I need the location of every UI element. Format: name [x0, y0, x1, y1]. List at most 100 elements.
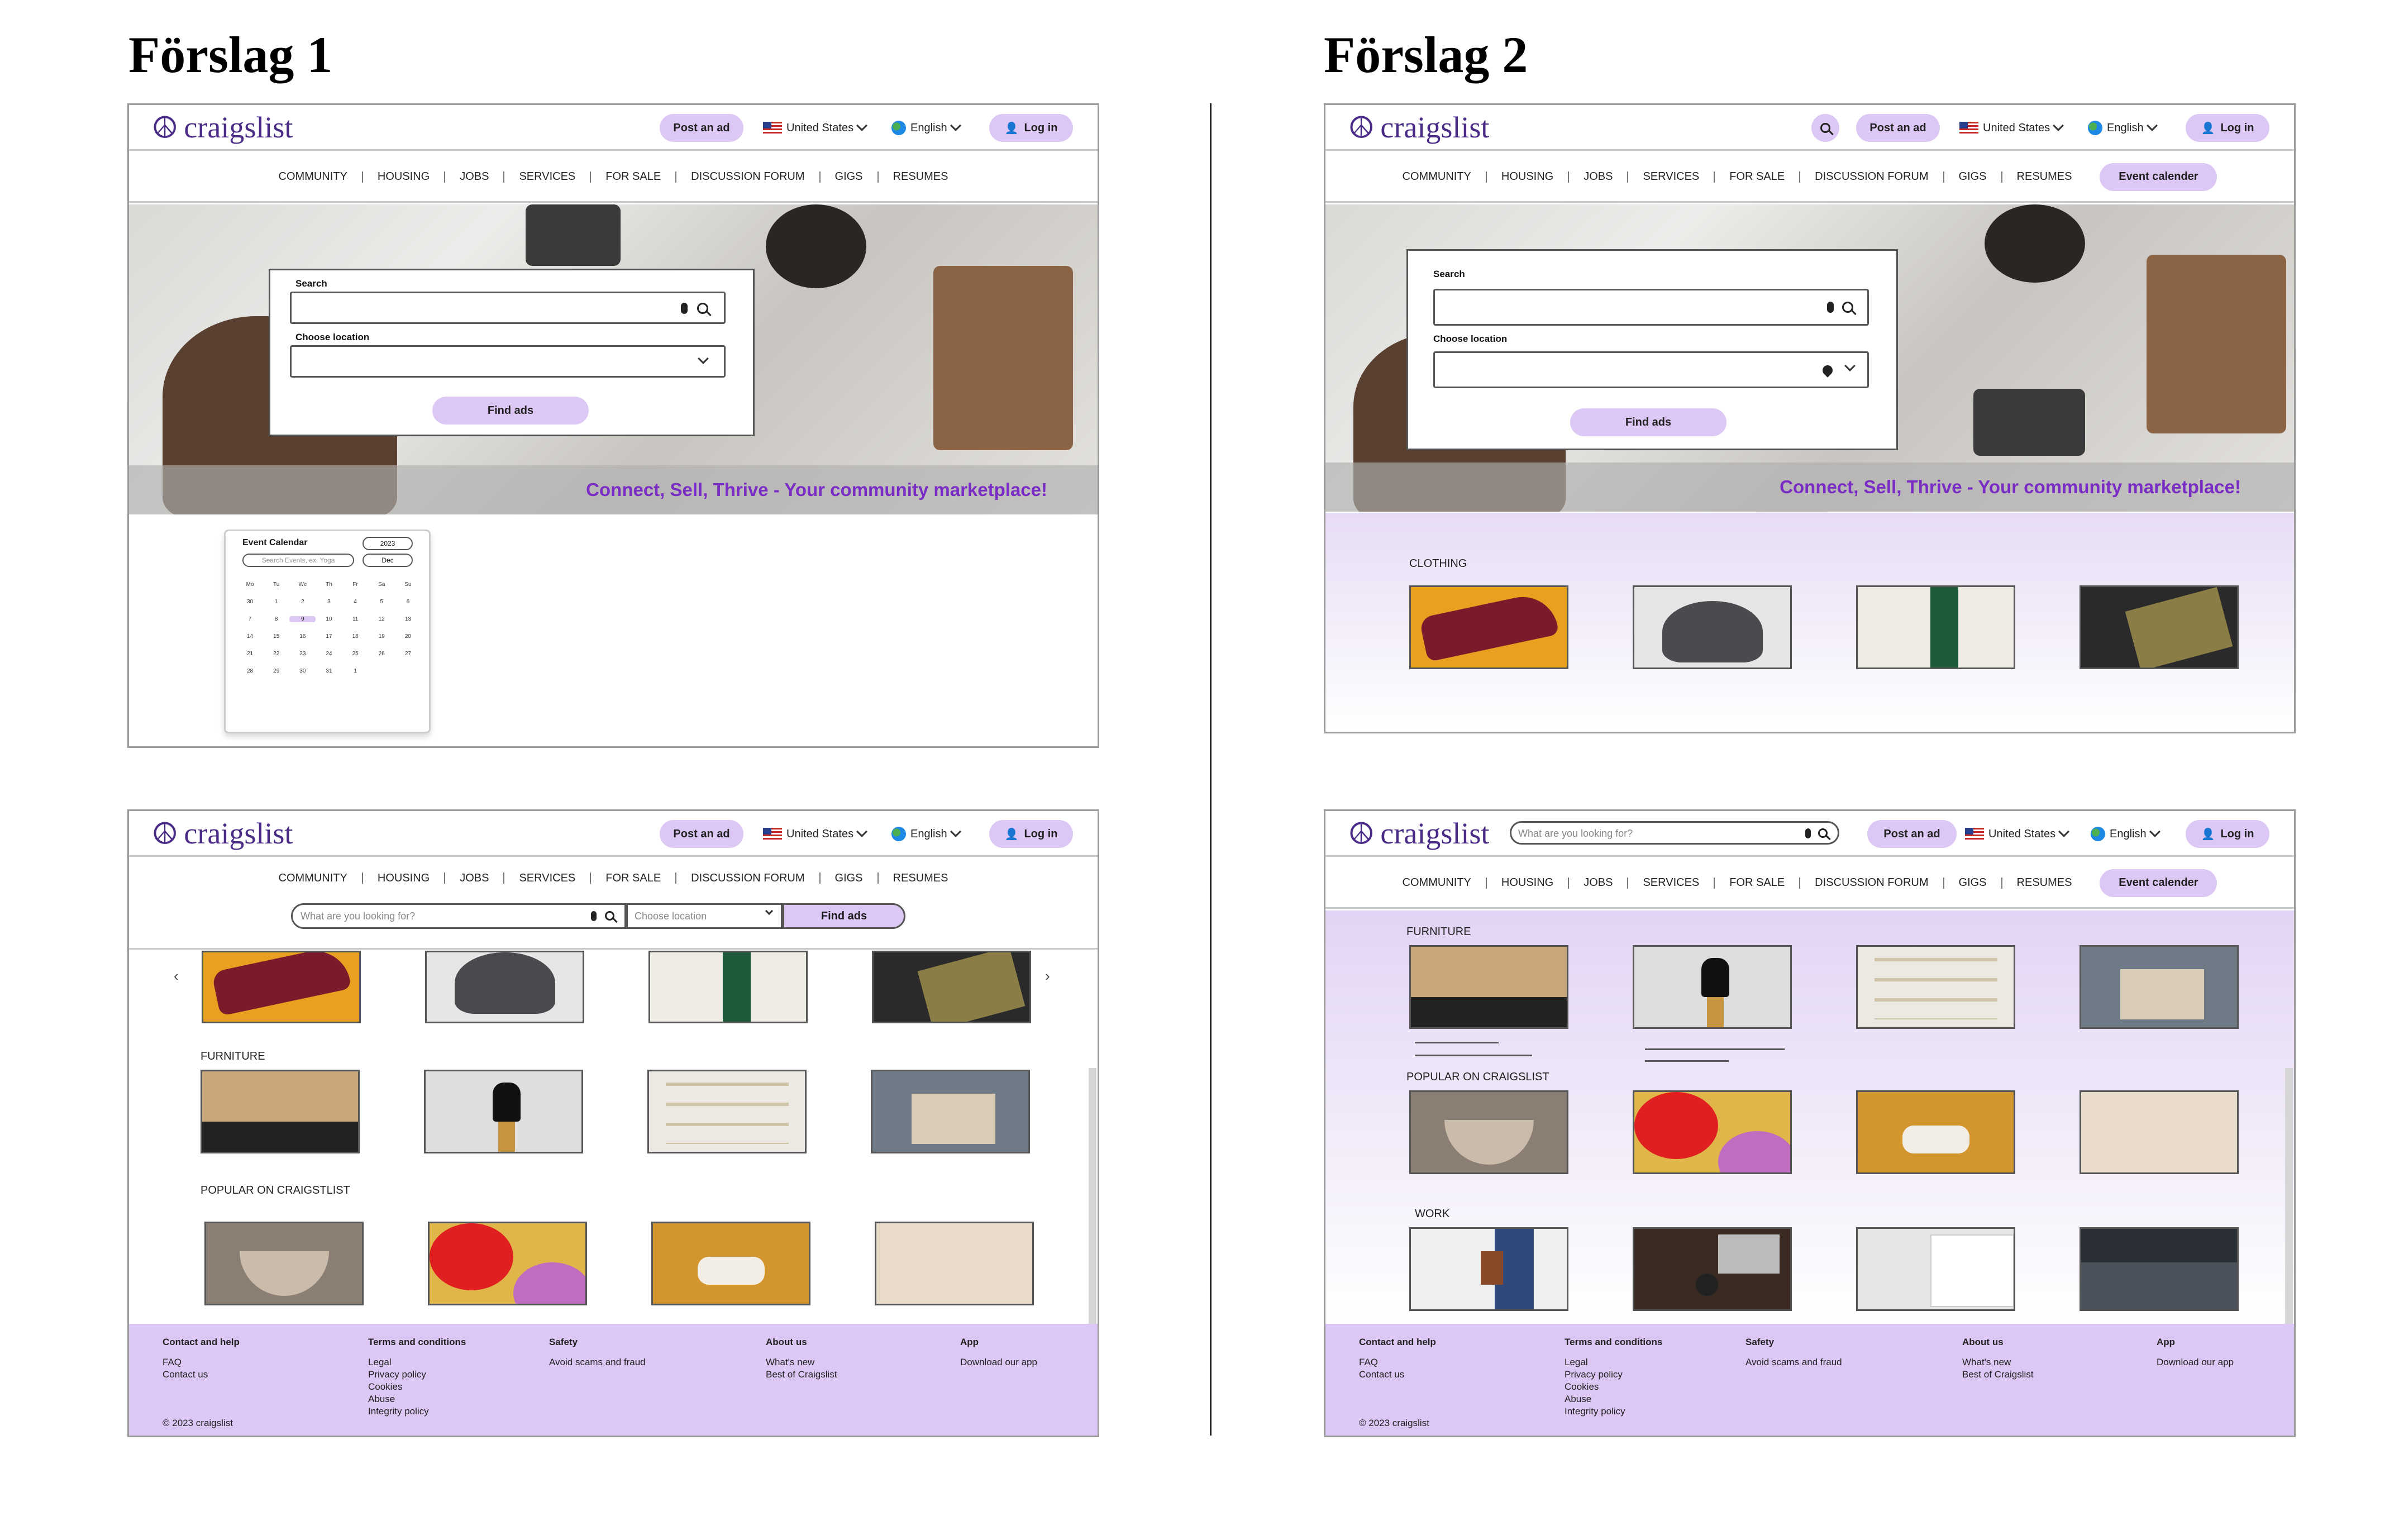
footer-link-contact[interactable]: Contact us: [1359, 1369, 1436, 1381]
nav-discussion-forum[interactable]: DISCUSSION FORUM: [691, 170, 804, 183]
nav-services[interactable]: SERVICES: [1643, 170, 1699, 183]
nav-jobs[interactable]: JOBS: [460, 872, 489, 885]
calendar-day[interactable]: 12: [369, 616, 395, 622]
calendar-day[interactable]: 1: [342, 668, 369, 674]
logo[interactable]: ☮ craigslist: [151, 817, 293, 851]
search-icon-button[interactable]: [1811, 114, 1839, 142]
footer-link-contact[interactable]: Contact us: [163, 1369, 240, 1381]
search-icon[interactable]: [697, 303, 708, 314]
thumb-chair[interactable]: [1633, 945, 1792, 1029]
country-select[interactable]: United States: [763, 820, 867, 848]
logo[interactable]: ☮ craigslist: [1348, 817, 1489, 851]
nav-gigs[interactable]: GIGS: [1959, 170, 1987, 183]
thumb-jacket[interactable]: [2080, 585, 2239, 669]
footer-link-scams[interactable]: Avoid scams and fraud: [1745, 1356, 1842, 1369]
footer-link-privacy[interactable]: Privacy policy: [1565, 1369, 1662, 1381]
calendar-day[interactable]: 10: [316, 616, 342, 622]
calendar-day[interactable]: 2: [289, 599, 316, 605]
thumb-ceramic[interactable]: [2080, 1090, 2239, 1174]
thumb-desk-laptop[interactable]: [1633, 1227, 1792, 1311]
thumb-bedroom[interactable]: [871, 1070, 1030, 1153]
calendar-day[interactable]: 1: [263, 599, 289, 605]
footer-link-download[interactable]: Download our app: [2157, 1356, 2234, 1369]
footer-link-integrity[interactable]: Integrity policy: [368, 1405, 466, 1418]
nav-housing[interactable]: HOUSING: [378, 170, 430, 183]
calendar-day[interactable]: 18: [342, 633, 369, 640]
thumb-plates[interactable]: [428, 1222, 587, 1305]
footer-link-cookies[interactable]: Cookies: [1565, 1381, 1662, 1393]
footer-link-abuse[interactable]: Abuse: [1565, 1393, 1662, 1405]
nav-services[interactable]: SERVICES: [519, 170, 575, 183]
thumb-bookshelf[interactable]: [647, 1070, 807, 1153]
nav-gigs[interactable]: GIGS: [1959, 876, 1987, 889]
nav-discussion-forum[interactable]: DISCUSSION FORUM: [1815, 170, 1928, 183]
thumb-notebook[interactable]: [1856, 1227, 2015, 1311]
nav-for-sale[interactable]: FOR SALE: [605, 170, 661, 183]
scrollbar[interactable]: [1089, 1068, 1096, 1331]
thumb-commuter[interactable]: [1409, 1227, 1568, 1311]
calendar-day[interactable]: 27: [395, 651, 421, 657]
thumb-dining-table[interactable]: [1409, 945, 1568, 1029]
calendar-day[interactable]: 24: [316, 651, 342, 657]
footer-link-legal[interactable]: Legal: [368, 1356, 466, 1369]
country-select[interactable]: United States: [1959, 114, 2064, 142]
footer-link-download[interactable]: Download our app: [960, 1356, 1037, 1369]
thumb-skirt[interactable]: [648, 951, 808, 1023]
month-select[interactable]: Dec: [363, 554, 413, 567]
thumb-office[interactable]: [2080, 1227, 2239, 1311]
search-icon[interactable]: [1842, 302, 1853, 313]
nav-gigs[interactable]: GIGS: [835, 170, 863, 183]
footer-link-cookies[interactable]: Cookies: [368, 1381, 466, 1393]
carousel-prev-icon[interactable]: ‹: [174, 967, 179, 985]
logo[interactable]: ☮ craigslist: [1348, 111, 1489, 145]
year-select[interactable]: 2023: [363, 537, 413, 550]
nav-community[interactable]: COMMUNITY: [1403, 170, 1471, 183]
logo[interactable]: ☮ craigslist: [151, 111, 293, 145]
login-button[interactable]: 👤 Log in: [2186, 820, 2269, 848]
thumb-cap[interactable]: [425, 951, 584, 1023]
nav-gigs[interactable]: GIGS: [835, 872, 863, 885]
mic-icon[interactable]: [681, 303, 688, 314]
nav-community[interactable]: COMMUNITY: [279, 170, 347, 183]
search-input[interactable]: What are you looking for?: [291, 903, 626, 929]
thumb-chair[interactable]: [424, 1070, 583, 1153]
location-select[interactable]: [1433, 351, 1869, 388]
event-calendar-button[interactable]: Event calender: [2100, 869, 2217, 897]
thumb-bedroom[interactable]: [2080, 945, 2239, 1029]
post-ad-button[interactable]: Post an ad: [1856, 114, 1940, 142]
thumb-plates[interactable]: [1633, 1090, 1792, 1174]
post-ad-button[interactable]: Post an ad: [660, 114, 743, 142]
calendar-day[interactable]: 19: [369, 633, 395, 640]
mic-icon[interactable]: [1827, 302, 1834, 313]
footer-link-whats-new[interactable]: What's new: [1962, 1356, 2034, 1369]
thumb-bowls[interactable]: [204, 1222, 364, 1305]
login-button[interactable]: 👤 Log in: [989, 114, 1073, 142]
footer-link-privacy[interactable]: Privacy policy: [368, 1369, 466, 1381]
calendar-day[interactable]: 25: [342, 651, 369, 657]
footer-link-best-of[interactable]: Best of Craigslist: [1962, 1369, 2034, 1381]
search-icon[interactable]: [605, 911, 614, 921]
footer-link-abuse[interactable]: Abuse: [368, 1393, 466, 1405]
footer-link-legal[interactable]: Legal: [1565, 1356, 1662, 1369]
calendar-day[interactable]: 14: [237, 633, 263, 640]
calendar-day[interactable]: 5: [369, 599, 395, 605]
nav-for-sale[interactable]: FOR SALE: [605, 872, 661, 885]
footer-link-faq[interactable]: FAQ: [1359, 1356, 1436, 1369]
thumb-dining-table[interactable]: [201, 1070, 360, 1153]
country-select[interactable]: United States: [1965, 820, 2069, 848]
calendar-day[interactable]: 31: [316, 668, 342, 674]
calendar-day[interactable]: 4: [342, 599, 369, 605]
calendar-day[interactable]: 6: [395, 599, 421, 605]
search-input[interactable]: [1433, 289, 1869, 326]
calendar-day[interactable]: 23: [289, 651, 316, 657]
login-button[interactable]: 👤 Log in: [2186, 114, 2269, 142]
carousel-next-icon[interactable]: ›: [1045, 967, 1050, 985]
nav-for-sale[interactable]: FOR SALE: [1729, 876, 1785, 889]
nav-resumes[interactable]: RESUMES: [893, 872, 948, 885]
thumb-skirt[interactable]: [1856, 585, 2015, 669]
mic-icon[interactable]: [591, 911, 597, 921]
nav-housing[interactable]: HOUSING: [378, 872, 430, 885]
nav-jobs[interactable]: JOBS: [1584, 170, 1613, 183]
calendar-search[interactable]: Search Events, ex. Yoga: [242, 554, 354, 567]
post-ad-button[interactable]: Post an ad: [1867, 820, 1957, 848]
